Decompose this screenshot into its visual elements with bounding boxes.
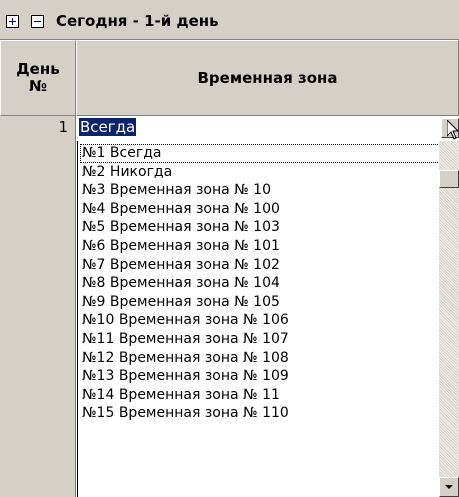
dropdown-item[interactable]: №10 Временная зона № 106 xyxy=(80,311,440,330)
dropdown-item[interactable]: №8 Временная зона № 104 xyxy=(80,274,440,293)
add-button[interactable] xyxy=(6,15,19,28)
dropdown-list[interactable]: №1 Всегда №2 Никогда №3 Временная зона № 1… xyxy=(77,141,459,497)
dropdown-item[interactable]: №12 Временная зона № 108 xyxy=(80,349,440,368)
zone-combobox-value[interactable]: Всегда xyxy=(79,118,137,136)
arrow-down-icon xyxy=(445,485,453,489)
dropdown-items: №1 Всегда №2 Никогда №3 Временная зона № 1… xyxy=(80,144,440,423)
column-header-zone[interactable]: Временная зона xyxy=(76,40,459,116)
dropdown-item[interactable]: №11 Временная зона № 107 xyxy=(80,330,440,349)
mouse-cursor-icon xyxy=(447,120,459,140)
dropdown-item[interactable]: №7 Временная зона № 102 xyxy=(80,256,440,275)
row-header-column xyxy=(0,116,76,497)
dropdown-item[interactable]: №6 Временная зона № 101 xyxy=(80,237,440,256)
dropdown-item[interactable]: №3 Временная зона № 10 xyxy=(80,181,440,200)
toolbar: Сегодня - 1-й день xyxy=(0,0,459,40)
dropdown-item[interactable]: №14 Временная зона № 11 xyxy=(80,386,440,405)
row-day-number: 1 xyxy=(58,118,68,136)
column-header-zone-label: Временная зона xyxy=(197,69,338,87)
dropdown-item[interactable]: №15 Временная зона № 110 xyxy=(80,404,440,423)
dropdown-item[interactable]: №13 Временная зона № 109 xyxy=(80,367,440,386)
column-header-day-line1: День xyxy=(16,60,60,78)
dropdown-item[interactable]: №5 Временная зона № 103 xyxy=(80,218,440,237)
vertical-scrollbar[interactable] xyxy=(439,141,459,497)
zone-combobox[interactable]: Всегда xyxy=(79,117,459,139)
column-header-day-line2: № xyxy=(28,77,48,95)
page-title: Сегодня - 1-й день xyxy=(56,12,219,30)
scrollbar-thumb[interactable] xyxy=(439,170,459,188)
dropdown-item[interactable]: №1 Всегда xyxy=(80,144,440,163)
dropdown-item[interactable]: №2 Никогда xyxy=(80,163,440,182)
dropdown-item[interactable]: №9 Временная зона № 105 xyxy=(80,293,440,312)
column-header-day[interactable]: День № xyxy=(0,40,76,116)
remove-button[interactable] xyxy=(31,15,44,28)
scroll-down-button[interactable] xyxy=(439,477,459,497)
dropdown-item[interactable]: №4 Временная зона № 100 xyxy=(80,200,440,219)
